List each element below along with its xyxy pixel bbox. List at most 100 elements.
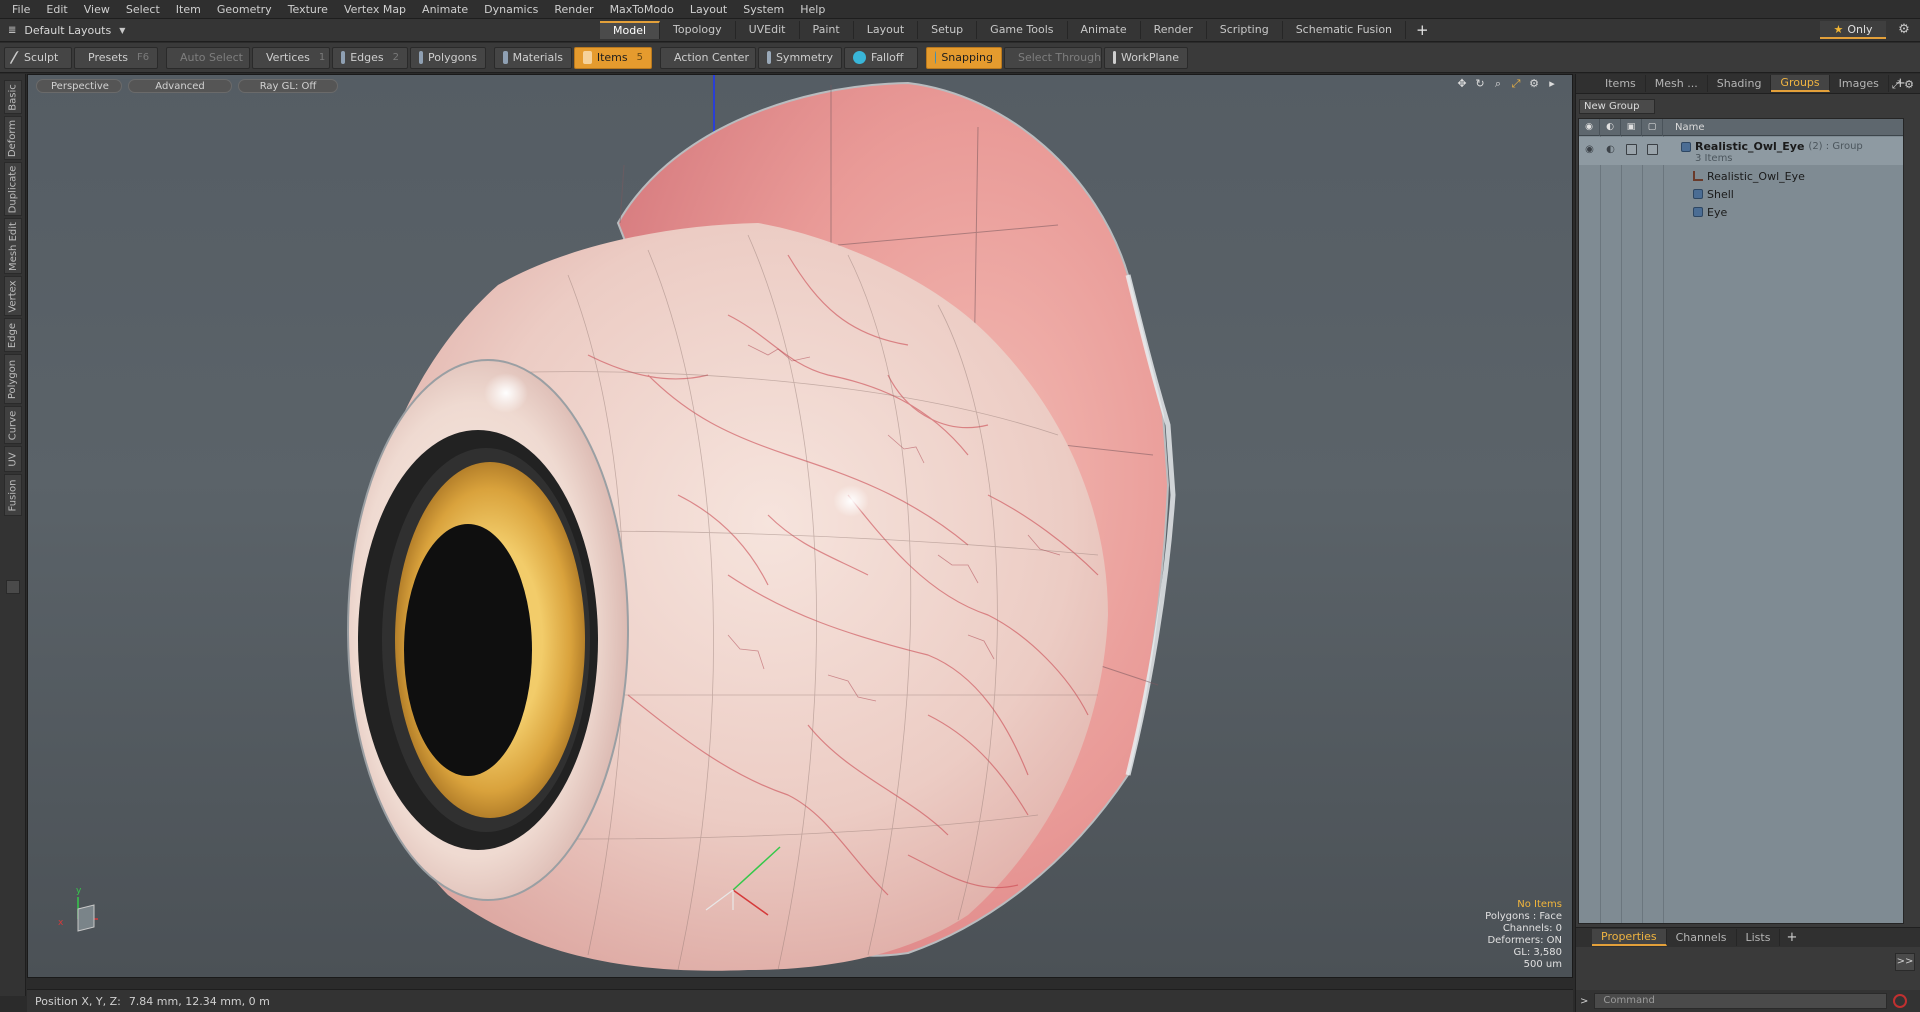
toolbar: Sculpt Presets F6 Auto Select Vertices 1… (0, 43, 1920, 73)
menu-dynamics[interactable]: Dynamics (478, 0, 548, 19)
polygons-button[interactable]: Polygons (410, 46, 486, 69)
group-row[interactable]: ◉ ◐ Realistic_Owl_Eye (2) : Group 3 Item… (1579, 137, 1903, 165)
select-column-icon[interactable]: ▢ (1642, 118, 1663, 136)
tab-game-tools[interactable]: Game Tools (977, 21, 1068, 39)
group-lock-checkbox[interactable] (1621, 140, 1642, 158)
tree-item-locator[interactable]: Realistic_Owl_Eye (1579, 167, 1903, 185)
menu-item[interactable]: Item (170, 0, 211, 19)
tab-properties[interactable]: Properties (1592, 929, 1667, 946)
snapping-button[interactable]: Snapping (926, 46, 1002, 69)
menu-file[interactable]: File (6, 0, 40, 19)
menu-vertex-map[interactable]: Vertex Map (338, 0, 416, 19)
items-button[interactable]: Items 5 (574, 46, 652, 69)
menu-render[interactable]: Render (548, 0, 603, 19)
status-bar: Position X, Y, Z: 7.84 mm, 12.34 mm, 0 m (27, 989, 1573, 1012)
group-suffix: (2) : Group (1808, 141, 1863, 152)
group-render-icon[interactable]: ◐ (1600, 140, 1621, 158)
lock-column-icon[interactable]: ▣ (1621, 118, 1642, 136)
3d-viewport[interactable]: Perspective Advanced Ray GL: Off ✥ ↻ ⌕ ⤢… (27, 74, 1573, 978)
left-tab-basic[interactable]: Basic (4, 80, 22, 114)
rotate-icon[interactable]: ↻ (1474, 78, 1486, 90)
tree-item-eye[interactable]: Eye (1579, 203, 1903, 221)
edges-button[interactable]: Edges 2 (332, 46, 408, 69)
expand-properties-button[interactable]: >> (1895, 953, 1915, 971)
tree-item-shell[interactable]: Shell (1579, 185, 1903, 203)
edges-icon (341, 51, 346, 64)
left-tab-edge[interactable]: Edge (4, 318, 22, 352)
new-group-button[interactable]: New Group (1579, 99, 1655, 114)
tab-uvedit[interactable]: UVEdit (736, 21, 800, 39)
zoom-icon[interactable]: ⌕ (1492, 78, 1504, 90)
vertices-button[interactable]: Vertices 1 (252, 46, 330, 69)
left-tab-mesh-edit[interactable]: Mesh Edit (4, 218, 22, 274)
tab-mesh[interactable]: Mesh ... (1646, 75, 1708, 92)
menu-geometry[interactable]: Geometry (211, 0, 282, 19)
visibility-column-eye-icon[interactable]: ◉ (1579, 118, 1600, 136)
fit-icon[interactable]: ⤢ (1510, 78, 1522, 90)
action-center-button[interactable]: Action Center (660, 46, 756, 69)
menu-layout[interactable]: Layout (684, 0, 737, 19)
auto-select-button[interactable]: Auto Select (166, 46, 250, 69)
tab-images[interactable]: Images (1830, 75, 1889, 92)
tab-items[interactable]: Items (1596, 75, 1646, 92)
collapse-icon[interactable]: ≣ (8, 25, 16, 36)
symmetry-button[interactable]: Symmetry (758, 46, 842, 69)
left-tab-deform[interactable]: Deform (4, 116, 22, 160)
menu-system[interactable]: System (737, 0, 794, 19)
raygl-pill[interactable]: Ray GL: Off (238, 79, 338, 93)
workplane-button[interactable]: WorkPlane (1104, 46, 1188, 69)
only-button[interactable]: ★ Only (1820, 21, 1886, 39)
left-tab-duplicate[interactable]: Duplicate (4, 162, 22, 216)
tab-setup[interactable]: Setup (918, 21, 978, 39)
tab-channels[interactable]: Channels (1667, 929, 1737, 946)
materials-icon (503, 51, 508, 64)
left-tab-polygon[interactable]: Polygon (4, 354, 22, 404)
gear-icon[interactable]: ⚙ (1896, 22, 1912, 38)
menu-animate[interactable]: Animate (416, 0, 478, 19)
tab-render[interactable]: Render (1141, 21, 1207, 39)
group-visibility-eye-icon[interactable]: ◉ (1579, 140, 1600, 158)
view-type-pill[interactable]: Perspective (36, 79, 122, 93)
add-tab-icon[interactable]: + (1406, 21, 1439, 39)
pan-icon[interactable]: ✥ (1456, 78, 1468, 90)
tab-layout[interactable]: Layout (854, 21, 919, 39)
materials-label: Materials (512, 51, 563, 64)
tab-schematic-fusion[interactable]: Schematic Fusion (1283, 21, 1407, 39)
left-tab-fusion[interactable]: Fusion (4, 474, 22, 516)
add-properties-tab-icon[interactable]: + (1780, 930, 1803, 945)
left-tab-vertex[interactable]: Vertex (4, 276, 22, 316)
left-tab-uv[interactable]: UV (4, 446, 22, 472)
viewport-gear-icon[interactable]: ⚙ (1528, 78, 1540, 90)
viewport-menu-arrow-icon[interactable]: ▸ (1546, 78, 1558, 90)
tab-lists[interactable]: Lists (1737, 929, 1781, 946)
select-through-button[interactable]: Select Through (1004, 46, 1102, 69)
menu-texture[interactable]: Texture (282, 0, 338, 19)
stop-command-icon[interactable] (1893, 994, 1908, 1008)
tab-paint[interactable]: Paint (800, 21, 854, 39)
menu-help[interactable]: Help (794, 0, 835, 19)
layout-selector[interactable]: ≣ Default Layouts ▼ (0, 24, 600, 37)
group-select-checkbox[interactable] (1642, 140, 1663, 158)
materials-button[interactable]: Materials (494, 46, 572, 69)
falloff-button[interactable]: Falloff (844, 46, 918, 69)
sculpt-button[interactable]: Sculpt (4, 46, 72, 69)
left-panel-toggle[interactable] (6, 580, 20, 594)
shading-mode-pill[interactable]: Advanced (128, 79, 232, 93)
tab-topology[interactable]: Topology (660, 21, 736, 39)
menu-edit[interactable]: Edit (40, 0, 77, 19)
tab-model[interactable]: Model (600, 21, 661, 39)
tab-shading[interactable]: Shading (1708, 75, 1772, 92)
tab-groups[interactable]: Groups (1771, 75, 1830, 92)
command-input[interactable]: Command (1594, 993, 1888, 1009)
eye-model-render[interactable]: y x (28, 75, 1573, 978)
polygons-label: Polygons (428, 51, 477, 64)
left-tab-curve[interactable]: Curve (4, 406, 22, 444)
tab-scripting[interactable]: Scripting (1207, 21, 1283, 39)
presets-button[interactable]: Presets F6 (74, 46, 158, 69)
render-column-icon[interactable]: ◐ (1600, 118, 1621, 136)
expand-panel-icon[interactable]: ⤢ ⚙ (1892, 78, 1914, 92)
menu-view[interactable]: View (78, 0, 120, 19)
tab-animate[interactable]: Animate (1068, 21, 1141, 39)
menu-select[interactable]: Select (120, 0, 170, 19)
menu-maxtomodo[interactable]: MaxToModo (604, 0, 684, 19)
